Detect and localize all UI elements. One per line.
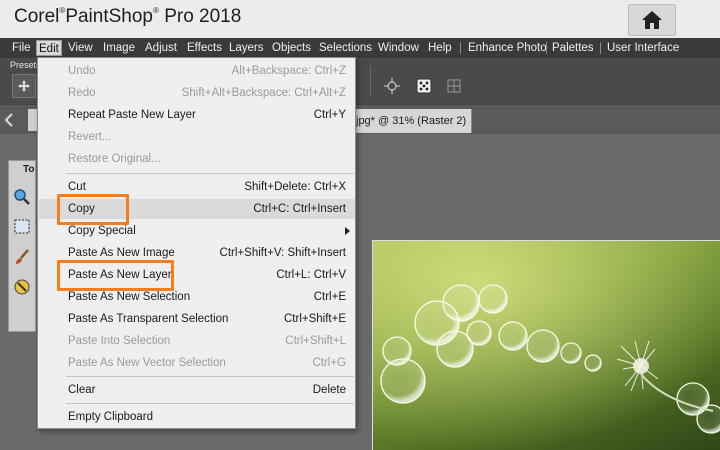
menu-item-shortcut: Ctrl+E	[313, 291, 346, 303]
menu-item-label: Paste As Transparent Selection	[68, 313, 229, 325]
dice-icon[interactable]	[416, 78, 432, 94]
menu-item-shortcut: Ctrl+L: Ctrl+V	[276, 269, 346, 281]
menu-item-label: Repeat Paste New Layer	[68, 109, 196, 121]
menu-layers[interactable]: Layers	[227, 40, 266, 56]
menu-item-label: Undo	[68, 65, 96, 77]
menu-item-shortcut: Ctrl+C: Ctrl+Insert	[253, 203, 346, 215]
tools-palette-title: To	[23, 164, 35, 175]
menu-image[interactable]: Image	[101, 40, 137, 56]
menu-item-paste-as-transparent-selection[interactable]: Paste As Transparent Selection Ctrl+Shif…	[39, 309, 355, 329]
zoom-tool[interactable]	[12, 187, 32, 207]
menu-item-shortcut: Ctrl+Y	[313, 109, 346, 121]
document-tab[interactable]: jpg* @ 31% (Raster 2)	[354, 109, 472, 133]
zoom-icon	[14, 189, 30, 205]
edit-menu-dropdown: Undo Alt+Backspace: Ctrl+Z Redo Shift+Al…	[37, 57, 356, 429]
menu-item-shortcut: Ctrl+Shift+L	[285, 335, 346, 347]
color-picker-tool[interactable]	[12, 277, 32, 297]
submenu-arrow-icon	[345, 227, 350, 235]
menu-objects[interactable]: Objects	[270, 40, 313, 56]
title-product: PaintShop	[65, 6, 153, 27]
title-version: Pro 2018	[164, 6, 242, 27]
menu-window[interactable]: Window	[376, 40, 421, 56]
menu-item-revert[interactable]: Revert...	[39, 127, 355, 147]
menu-item-empty-clipboard[interactable]: Empty Clipboard	[39, 407, 355, 427]
color-picker-icon	[14, 279, 30, 295]
move-icon	[18, 80, 30, 92]
menu-file[interactable]: File	[10, 40, 33, 56]
menu-item-shortcut: Ctrl+G	[312, 357, 346, 369]
grid-align-icon[interactable]	[446, 78, 462, 94]
menu-separator	[66, 403, 354, 404]
photo-bubbles-dandelion	[373, 241, 720, 450]
menu-item-shortcut: Alt+Backspace: Ctrl+Z	[231, 65, 346, 77]
menu-enhance-photo[interactable]: Enhance Photo	[466, 40, 549, 56]
chevron-left-icon[interactable]	[4, 113, 14, 127]
paint-brush-icon	[16, 249, 29, 264]
toolbar-separator	[370, 66, 371, 96]
menu-item-shortcut: Shift+Alt+Backspace: Ctrl+Alt+Z	[181, 87, 346, 99]
menu-item-shortcut: Shift+Delete: Ctrl+X	[244, 181, 346, 193]
menu-separator	[460, 42, 461, 54]
menu-selections[interactable]: Selections	[317, 40, 374, 56]
menu-help[interactable]: Help	[426, 40, 454, 56]
menu-item-label: Redo	[68, 87, 96, 99]
home-icon	[642, 11, 662, 29]
menu-item-repeat[interactable]: Repeat Paste New Layer Ctrl+Y	[39, 105, 355, 125]
menu-separator	[66, 173, 354, 174]
menu-bar: File Edit View Image Adjust Effects Laye…	[0, 38, 720, 58]
title-product-reg-mark: ®	[153, 6, 159, 15]
tools-palette: To	[8, 160, 36, 332]
menu-item-paste-as-new-vector-selection[interactable]: Paste As New Vector Selection Ctrl+G	[39, 353, 355, 373]
menu-item-restore-original[interactable]: Restore Original...	[39, 149, 355, 169]
menu-separator	[546, 42, 547, 54]
home-button[interactable]	[628, 4, 676, 36]
title-brand: Corel	[14, 6, 60, 27]
menu-item-shortcut: Ctrl+Shift+V: Shift+Insert	[219, 247, 346, 259]
menu-separator	[600, 42, 601, 54]
highlight-box-paste-as-new-layer	[57, 260, 174, 291]
menu-item-paste-into-selection[interactable]: Paste Into Selection Ctrl+Shift+L	[39, 331, 355, 351]
menu-effects[interactable]: Effects	[185, 40, 224, 56]
paint-brush-tool[interactable]	[12, 247, 32, 267]
menu-adjust[interactable]: Adjust	[143, 40, 179, 56]
menu-item-clear[interactable]: Clear Delete	[39, 380, 355, 400]
menu-edit[interactable]: Edit	[36, 40, 62, 56]
menu-palettes[interactable]: Palettes	[550, 40, 596, 56]
target-icon[interactable]	[384, 78, 400, 94]
selection-tool[interactable]	[12, 217, 32, 237]
highlight-box-copy	[57, 194, 129, 225]
menu-item-label: Empty Clipboard	[68, 411, 154, 423]
canvas-image[interactable]	[372, 240, 720, 450]
menu-user-interface[interactable]: User Interface	[605, 40, 681, 56]
menu-item-shortcut: Delete	[312, 384, 346, 396]
menu-view[interactable]: View	[66, 40, 95, 56]
menu-item-redo[interactable]: Redo Shift+Alt+Backspace: Ctrl+Alt+Z	[39, 83, 355, 103]
menu-item-shortcut: Ctrl+Shift+E	[284, 313, 346, 325]
app-title: Corel®PaintShop® Pro 2018	[14, 6, 241, 28]
menu-separator	[66, 376, 354, 377]
preset-picker-button[interactable]	[12, 74, 36, 98]
presets-label: Presets	[10, 60, 41, 70]
menu-item-label: Clear	[68, 384, 96, 396]
menu-item-label: Revert...	[68, 131, 112, 143]
selection-icon	[14, 219, 30, 234]
menu-item-label: Restore Original...	[68, 153, 161, 165]
title-bar: Corel®PaintShop® Pro 2018	[0, 0, 720, 38]
menu-item-label: Paste As New Vector Selection	[68, 357, 226, 369]
menu-item-label: Paste Into Selection	[68, 335, 171, 347]
menu-item-undo[interactable]: Undo Alt+Backspace: Ctrl+Z	[39, 61, 355, 81]
